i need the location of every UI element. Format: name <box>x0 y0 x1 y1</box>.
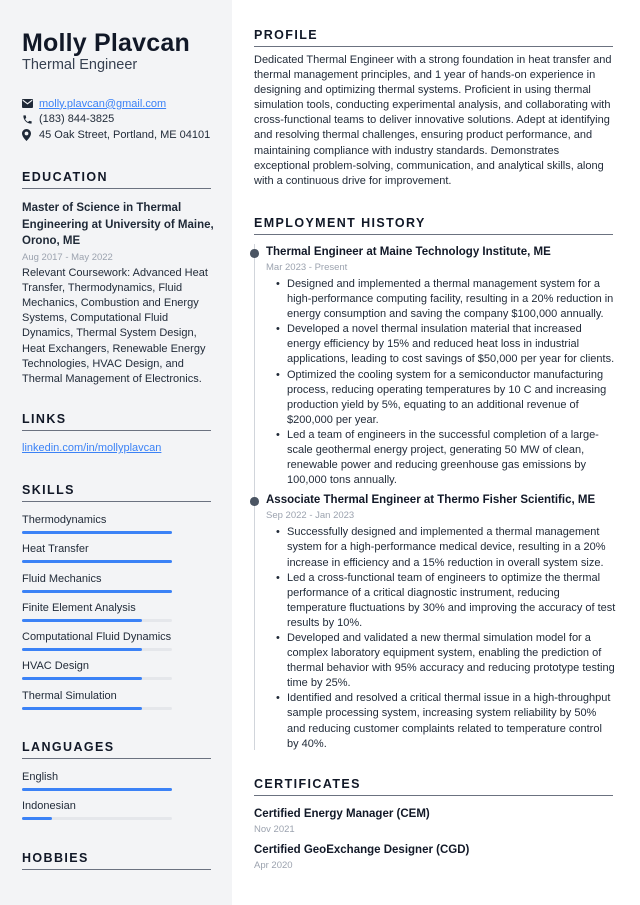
skill-label: Thermodynamics <box>22 514 107 526</box>
language-item: English <box>22 769 172 798</box>
job-bullet: • Successfully designed and implemented a… <box>276 526 606 569</box>
timeline-dot <box>250 249 259 258</box>
job-title: Thermal Engineer at Maine Technology Ins… <box>266 246 551 258</box>
skill-item: Thermal Simulation <box>22 688 172 717</box>
certificate-title: Certified GeoExchange Designer (CGD) <box>254 844 470 856</box>
bullet-marker: • <box>276 571 280 584</box>
languages-list: English Indonesian <box>22 769 172 828</box>
contact-email: molly.plavcan@gmail.com <box>22 96 222 112</box>
bullet-marker: • <box>276 526 280 539</box>
language-level-bar <box>22 788 172 791</box>
skill-level-bar <box>22 618 172 622</box>
job-title: Associate Thermal Engineer at Thermo Fis… <box>266 494 596 507</box>
skill-label: Finite Element Analysis <box>22 601 136 614</box>
skill-item: Finite Element Analysis <box>22 600 172 629</box>
language-level-bar <box>22 817 172 821</box>
profile-heading: PROFILE <box>254 28 613 47</box>
skill-label: HVAC Design <box>22 660 90 673</box>
job-bullet: • Identified and resolved a critical ther… <box>276 692 611 750</box>
education-date: Aug 2017 - May 2022 <box>22 251 113 263</box>
candidate-name: Molly Plavcan <box>22 29 190 57</box>
address-text: 45 Oak Street, Portland, ME 04101 <box>39 128 211 141</box>
skill-label: Computational Fluid Dynamics <box>22 631 172 644</box>
skill-level-bar <box>22 560 172 564</box>
certificates-heading: CERTIFICATES <box>254 777 613 796</box>
languages-heading: LANGUAGES <box>22 740 211 759</box>
language-item: Indonesian <box>22 798 172 827</box>
level-fill <box>22 706 142 710</box>
skill-level-bar <box>22 648 172 652</box>
phone-icon <box>22 114 39 125</box>
job-bullet: • Led a team of engineers in the successf… <box>276 428 599 487</box>
skill-label: Heat Transfer <box>22 543 89 556</box>
level-fill <box>22 648 142 652</box>
contact-block: molly.plavcan@gmail.com (183) 844-3825 4… <box>22 96 222 143</box>
job-bullet: • Designed and implemented a thermal mana… <box>276 278 614 321</box>
language-label: Indonesian <box>22 800 76 813</box>
language-label: English <box>22 771 59 783</box>
skill-item: Heat Transfer <box>22 541 172 570</box>
bullet-marker: • <box>276 428 280 441</box>
education-degree: Master of Science in Thermal Engineering… <box>22 202 214 247</box>
level-fill <box>22 788 172 791</box>
bullet-marker: • <box>276 692 280 705</box>
job-bullet: • Developed a novel thermal insulation ma… <box>276 323 615 366</box>
skill-level-bar <box>22 531 172 534</box>
bullet-marker: • <box>276 631 280 644</box>
job-date: Sep 2022 - Jan 2023 <box>266 510 355 522</box>
skill-item: Thermodynamics <box>22 512 172 541</box>
level-fill <box>22 618 142 622</box>
level-fill <box>22 531 172 534</box>
level-fill <box>22 677 142 681</box>
job-bullets: • Designed and implemented a thermal mana… <box>266 277 616 488</box>
contact-address: 45 Oak Street, Portland, ME 04101 <box>22 127 222 143</box>
job-bullet: • Led a cross-functional team of engineer… <box>276 571 616 629</box>
level-fill <box>22 560 172 564</box>
bullet-marker: • <box>276 278 280 290</box>
education-entry: Master of Science in Thermal Engineering… <box>22 200 214 387</box>
skill-item: Fluid Mechanics <box>22 571 172 600</box>
contact-phone: (183) 844-3825 <box>22 112 222 128</box>
bullet-marker: • <box>276 368 280 381</box>
links-heading: LINKS <box>22 412 211 431</box>
employment-timeline: Thermal Engineer at Maine Technology Ins… <box>250 244 616 751</box>
job-date: Mar 2023 - Present <box>266 262 348 273</box>
employment-heading: EMPLOYMENT HISTORY <box>254 216 613 235</box>
job-entry: Associate Thermal Engineer at Thermo Fis… <box>250 492 616 751</box>
certificate-date: Apr 2020 <box>254 860 293 871</box>
skill-level-bar <box>22 589 172 593</box>
job-entry: Thermal Engineer at Maine Technology Ins… <box>250 244 616 488</box>
candidate-title: Thermal Engineer <box>22 57 138 73</box>
phone-text: (183) 844-3825 <box>39 113 115 126</box>
skill-level-bar <box>22 677 172 681</box>
skill-level-bar <box>22 706 172 710</box>
job-bullet: • Developed and validated a new thermal s… <box>276 631 615 690</box>
skill-label: Thermal Simulation <box>22 689 117 702</box>
timeline-dot <box>250 497 259 506</box>
skills-list: Thermodynamics Heat Transfer Fluid Mecha… <box>22 512 172 717</box>
education-description: Relevant Coursework: Advanced Heat Trans… <box>22 266 208 385</box>
education-heading: EDUCATION <box>22 170 211 189</box>
hobbies-heading: HOBBIES <box>22 851 211 870</box>
email-link[interactable]: molly.plavcan@gmail.com <box>39 98 166 110</box>
profile-summary: Dedicated Thermal Engineer with a strong… <box>254 54 612 187</box>
skill-item: HVAC Design <box>22 658 172 687</box>
certificate-title: Certified Energy Manager (CEM) <box>254 808 430 820</box>
level-fill <box>22 817 52 821</box>
linkedin-link[interactable]: linkedin.com/in/mollyplavcan <box>22 442 161 454</box>
certificate-item: Certified Energy Manager (CEM) Nov 2021 <box>254 807 614 837</box>
envelope-icon <box>22 99 39 109</box>
map-pin-icon <box>22 128 39 141</box>
skill-item: Computational Fluid Dynamics <box>22 629 172 658</box>
job-bullet: • Optimized the cooling system for a semi… <box>276 368 607 426</box>
certificate-item: Certified GeoExchange Designer (CGD) Apr… <box>254 843 614 873</box>
job-bullets: • Successfully designed and implemented a… <box>266 525 616 751</box>
skills-heading: SKILLS <box>22 483 211 502</box>
skill-label: Fluid Mechanics <box>22 572 102 585</box>
certificate-date: Nov 2021 <box>254 824 295 835</box>
bullet-marker: • <box>276 323 280 336</box>
level-fill <box>22 589 172 593</box>
